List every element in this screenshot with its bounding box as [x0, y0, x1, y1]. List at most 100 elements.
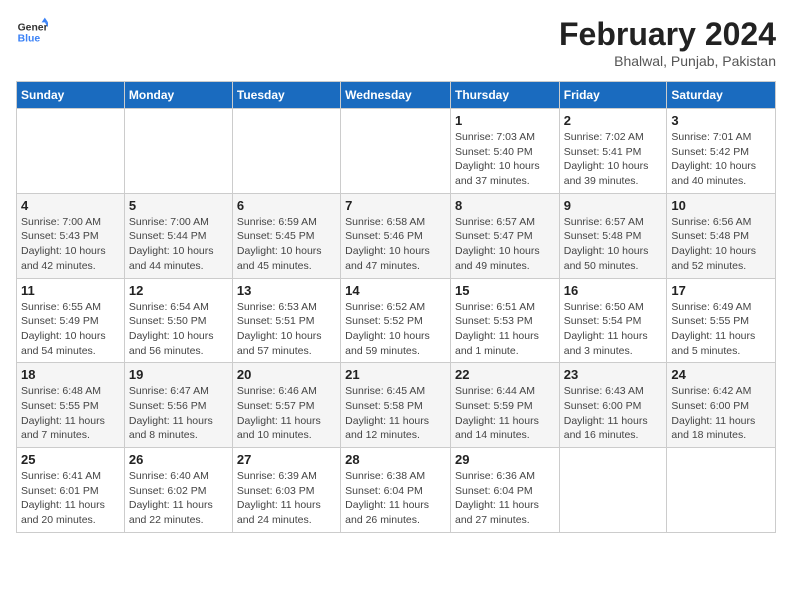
day-number: 5 [129, 198, 228, 213]
day-number: 18 [21, 367, 120, 382]
day-number: 6 [237, 198, 336, 213]
day-number: 10 [671, 198, 771, 213]
calendar-week-row: 11Sunrise: 6:55 AMSunset: 5:49 PMDayligh… [17, 278, 776, 363]
day-info: Sunrise: 6:46 AMSunset: 5:57 PMDaylight:… [237, 384, 336, 443]
day-number: 9 [564, 198, 663, 213]
day-info: Sunrise: 7:01 AMSunset: 5:42 PMDaylight:… [671, 130, 771, 189]
day-info: Sunrise: 6:38 AMSunset: 6:04 PMDaylight:… [345, 469, 446, 528]
calendar-week-row: 18 Sunrise: 6:48 AMSunset: 5:55 PMDayligh… [17, 363, 776, 448]
logo-icon: General Blue [16, 16, 48, 48]
calendar-cell: 16 Sunrise: 6:50 AMSunset: 5:54 PMDayligh… [559, 278, 667, 363]
day-number: 3 [671, 113, 771, 128]
header: General Blue February 2024 Bhalwal, Punj… [16, 16, 776, 69]
calendar-cell: 27Sunrise: 6:39 AMSunset: 6:03 PMDayligh… [232, 448, 340, 533]
calendar-cell: 13 Sunrise: 6:53 AMSunset: 5:51 PMDayligh… [232, 278, 340, 363]
day-info: Sunrise: 7:00 AMSunset: 5:43 PMDaylight:… [21, 215, 120, 274]
calendar-cell: 29 Sunrise: 6:36 AMSunset: 6:04 PMDayligh… [450, 448, 559, 533]
day-number: 14 [345, 283, 446, 298]
calendar-body: 1 Sunrise: 7:03 AMSunset: 5:40 PMDaylight… [17, 109, 776, 533]
weekday-header-cell: Monday [124, 82, 232, 109]
day-info: Sunrise: 6:48 AMSunset: 5:55 PMDaylight:… [21, 384, 120, 443]
title-area: February 2024 Bhalwal, Punjab, Pakistan [559, 16, 776, 69]
calendar-cell [559, 448, 667, 533]
calendar-cell: 9 Sunrise: 6:57 AMSunset: 5:48 PMDaylight… [559, 193, 667, 278]
month-year: February 2024 [559, 16, 776, 53]
day-info: Sunrise: 6:57 AMSunset: 5:47 PMDaylight:… [455, 215, 555, 274]
weekday-header-cell: Saturday [667, 82, 776, 109]
day-info: Sunrise: 6:41 AMSunset: 6:01 PMDaylight:… [21, 469, 120, 528]
day-number: 7 [345, 198, 446, 213]
calendar-cell: 17 Sunrise: 6:49 AMSunset: 5:55 PMDayligh… [667, 278, 776, 363]
day-info: Sunrise: 6:58 AMSunset: 5:46 PMDaylight:… [345, 215, 446, 274]
day-info: Sunrise: 6:42 AMSunset: 6:00 PMDaylight:… [671, 384, 771, 443]
calendar-cell: 25 Sunrise: 6:41 AMSunset: 6:01 PMDayligh… [17, 448, 125, 533]
calendar-cell: 21Sunrise: 6:45 AMSunset: 5:58 PMDayligh… [341, 363, 451, 448]
logo: General Blue [16, 16, 48, 48]
calendar-cell: 3 Sunrise: 7:01 AMSunset: 5:42 PMDaylight… [667, 109, 776, 194]
day-number: 4 [21, 198, 120, 213]
weekday-header-cell: Wednesday [341, 82, 451, 109]
calendar-week-row: 1 Sunrise: 7:03 AMSunset: 5:40 PMDaylight… [17, 109, 776, 194]
day-number: 29 [455, 452, 555, 467]
calendar-cell [341, 109, 451, 194]
day-info: Sunrise: 6:44 AMSunset: 5:59 PMDaylight:… [455, 384, 555, 443]
day-number: 2 [564, 113, 663, 128]
day-number: 22 [455, 367, 555, 382]
calendar-cell [232, 109, 340, 194]
day-info: Sunrise: 6:52 AMSunset: 5:52 PMDaylight:… [345, 300, 446, 359]
calendar-cell: 5 Sunrise: 7:00 AMSunset: 5:44 PMDaylight… [124, 193, 232, 278]
weekday-header-cell: Thursday [450, 82, 559, 109]
day-info: Sunrise: 6:53 AMSunset: 5:51 PMDaylight:… [237, 300, 336, 359]
weekday-header-row: SundayMondayTuesdayWednesdayThursdayFrid… [17, 82, 776, 109]
day-info: Sunrise: 6:50 AMSunset: 5:54 PMDaylight:… [564, 300, 663, 359]
svg-text:General: General [18, 22, 48, 33]
day-number: 12 [129, 283, 228, 298]
calendar-cell: 6 Sunrise: 6:59 AMSunset: 5:45 PMDaylight… [232, 193, 340, 278]
calendar-cell: 18 Sunrise: 6:48 AMSunset: 5:55 PMDayligh… [17, 363, 125, 448]
day-number: 17 [671, 283, 771, 298]
day-info: Sunrise: 7:00 AMSunset: 5:44 PMDaylight:… [129, 215, 228, 274]
calendar-cell: 7 Sunrise: 6:58 AMSunset: 5:46 PMDaylight… [341, 193, 451, 278]
location: Bhalwal, Punjab, Pakistan [559, 53, 776, 69]
calendar-cell: 23Sunrise: 6:43 AMSunset: 6:00 PMDayligh… [559, 363, 667, 448]
day-info: Sunrise: 6:59 AMSunset: 5:45 PMDaylight:… [237, 215, 336, 274]
day-number: 24 [671, 367, 771, 382]
day-info: Sunrise: 6:36 AMSunset: 6:04 PMDaylight:… [455, 469, 555, 528]
calendar-cell: 14 Sunrise: 6:52 AMSunset: 5:52 PMDayligh… [341, 278, 451, 363]
calendar-cell: 19 Sunrise: 6:47 AMSunset: 5:56 PMDayligh… [124, 363, 232, 448]
day-info: Sunrise: 6:47 AMSunset: 5:56 PMDaylight:… [129, 384, 228, 443]
day-number: 25 [21, 452, 120, 467]
day-info: Sunrise: 6:54 AMSunset: 5:50 PMDaylight:… [129, 300, 228, 359]
calendar-cell: 11Sunrise: 6:55 AMSunset: 5:49 PMDayligh… [17, 278, 125, 363]
calendar-cell: 24 Sunrise: 6:42 AMSunset: 6:00 PMDayligh… [667, 363, 776, 448]
day-number: 19 [129, 367, 228, 382]
day-number: 16 [564, 283, 663, 298]
day-number: 26 [129, 452, 228, 467]
calendar-week-row: 25 Sunrise: 6:41 AMSunset: 6:01 PMDayligh… [17, 448, 776, 533]
day-info: Sunrise: 7:03 AMSunset: 5:40 PMDaylight:… [455, 130, 555, 189]
day-number: 28 [345, 452, 446, 467]
day-number: 1 [455, 113, 555, 128]
day-number: 15 [455, 283, 555, 298]
calendar-week-row: 4 Sunrise: 7:00 AMSunset: 5:43 PMDaylight… [17, 193, 776, 278]
weekday-header-cell: Sunday [17, 82, 125, 109]
day-info: Sunrise: 6:49 AMSunset: 5:55 PMDaylight:… [671, 300, 771, 359]
day-info: Sunrise: 6:57 AMSunset: 5:48 PMDaylight:… [564, 215, 663, 274]
day-info: Sunrise: 6:56 AMSunset: 5:48 PMDaylight:… [671, 215, 771, 274]
calendar-cell: 4 Sunrise: 7:00 AMSunset: 5:43 PMDaylight… [17, 193, 125, 278]
calendar-cell: 10 Sunrise: 6:56 AMSunset: 5:48 PMDayligh… [667, 193, 776, 278]
day-number: 27 [237, 452, 336, 467]
calendar-cell: 12 Sunrise: 6:54 AMSunset: 5:50 PMDayligh… [124, 278, 232, 363]
day-number: 20 [237, 367, 336, 382]
calendar-cell: 26 Sunrise: 6:40 AMSunset: 6:02 PMDayligh… [124, 448, 232, 533]
day-number: 13 [237, 283, 336, 298]
day-info: Sunrise: 7:02 AMSunset: 5:41 PMDaylight:… [564, 130, 663, 189]
calendar-cell: 28 Sunrise: 6:38 AMSunset: 6:04 PMDayligh… [341, 448, 451, 533]
day-info: Sunrise: 6:45 AMSunset: 5:58 PMDaylight:… [345, 384, 446, 443]
day-number: 11 [21, 283, 120, 298]
day-info: Sunrise: 6:40 AMSunset: 6:02 PMDaylight:… [129, 469, 228, 528]
calendar-cell [124, 109, 232, 194]
calendar-cell: 20 Sunrise: 6:46 AMSunset: 5:57 PMDayligh… [232, 363, 340, 448]
calendar-table: SundayMondayTuesdayWednesdayThursdayFrid… [16, 81, 776, 533]
calendar-cell: 8Sunrise: 6:57 AMSunset: 5:47 PMDaylight… [450, 193, 559, 278]
